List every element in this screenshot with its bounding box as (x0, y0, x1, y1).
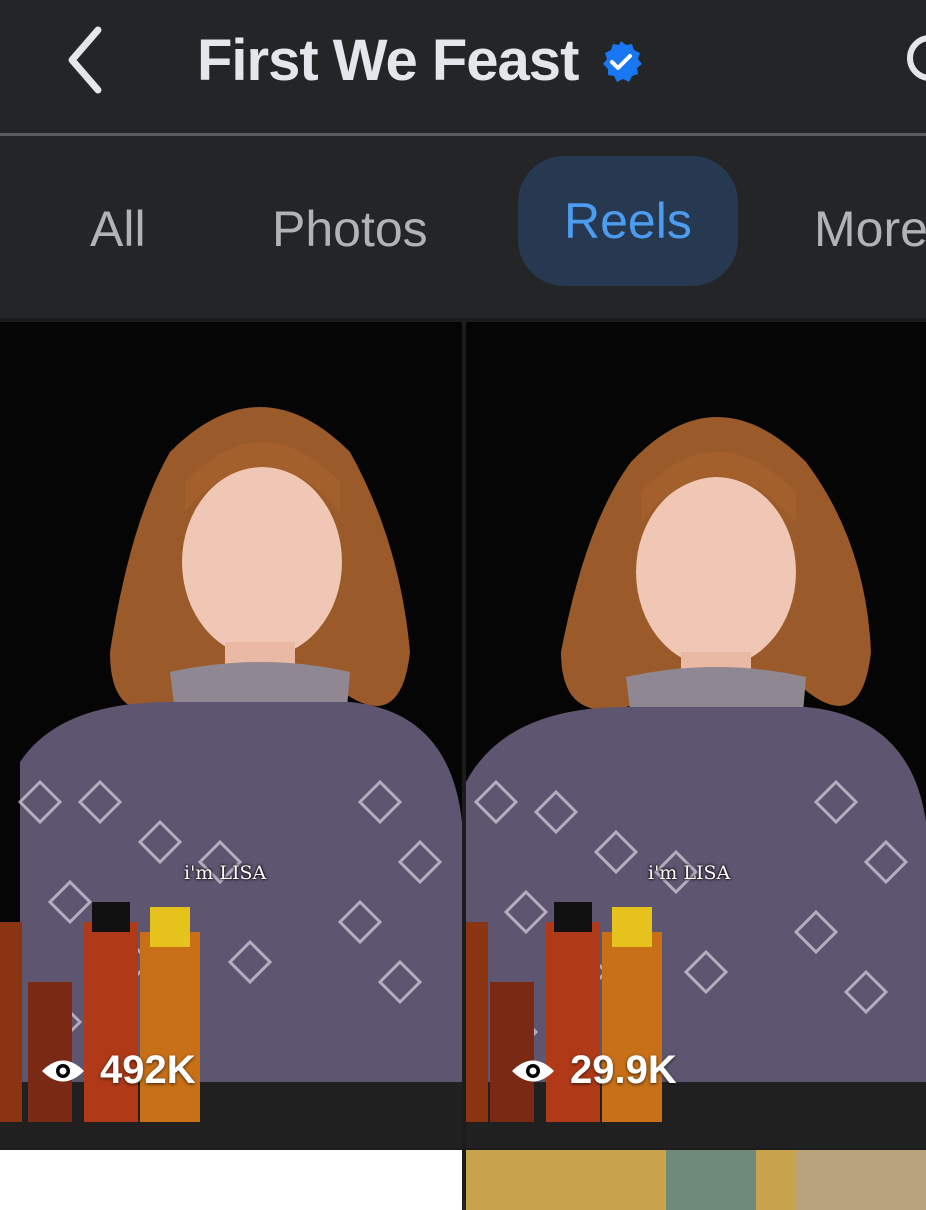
page-title-group: First We Feast (197, 22, 644, 98)
reel-thumbnail[interactable] (466, 1150, 926, 1210)
tab-photos[interactable]: Photos (272, 184, 428, 274)
view-count: 29.9K (510, 1048, 677, 1093)
reel-thumbnail[interactable]: i'm LISA 492K (0, 322, 462, 1148)
reel-thumbnail[interactable]: i'm LISA 29.9K (466, 322, 926, 1148)
reels-grid: i'm LISA 492K i'm LISA 29.9K (0, 318, 926, 1210)
view-count: 492K (40, 1048, 196, 1093)
reel-image (0, 322, 462, 1148)
page-title: First We Feast (197, 27, 579, 93)
tab-more[interactable]: More (814, 184, 926, 274)
reel-image (466, 1150, 926, 1210)
reel-caption: i'm LISA (184, 862, 267, 884)
top-bar: First We Feast (0, 0, 926, 133)
view-count-label: 492K (100, 1048, 196, 1092)
chevron-left-icon[interactable] (58, 22, 116, 98)
eye-icon (512, 1060, 554, 1081)
filter-tabs: All Photos Reels More (0, 136, 926, 316)
tab-reels[interactable]: Reels (518, 156, 738, 286)
search-icon[interactable] (900, 28, 926, 88)
eye-icon (42, 1060, 84, 1081)
tab-all[interactable]: All (90, 184, 146, 274)
reel-thumbnail[interactable] (0, 1150, 462, 1210)
reel-image (466, 322, 926, 1148)
view-count-label: 29.9K (570, 1048, 677, 1092)
verified-badge-icon (603, 41, 643, 82)
reel-caption: i'm LISA (648, 862, 731, 884)
